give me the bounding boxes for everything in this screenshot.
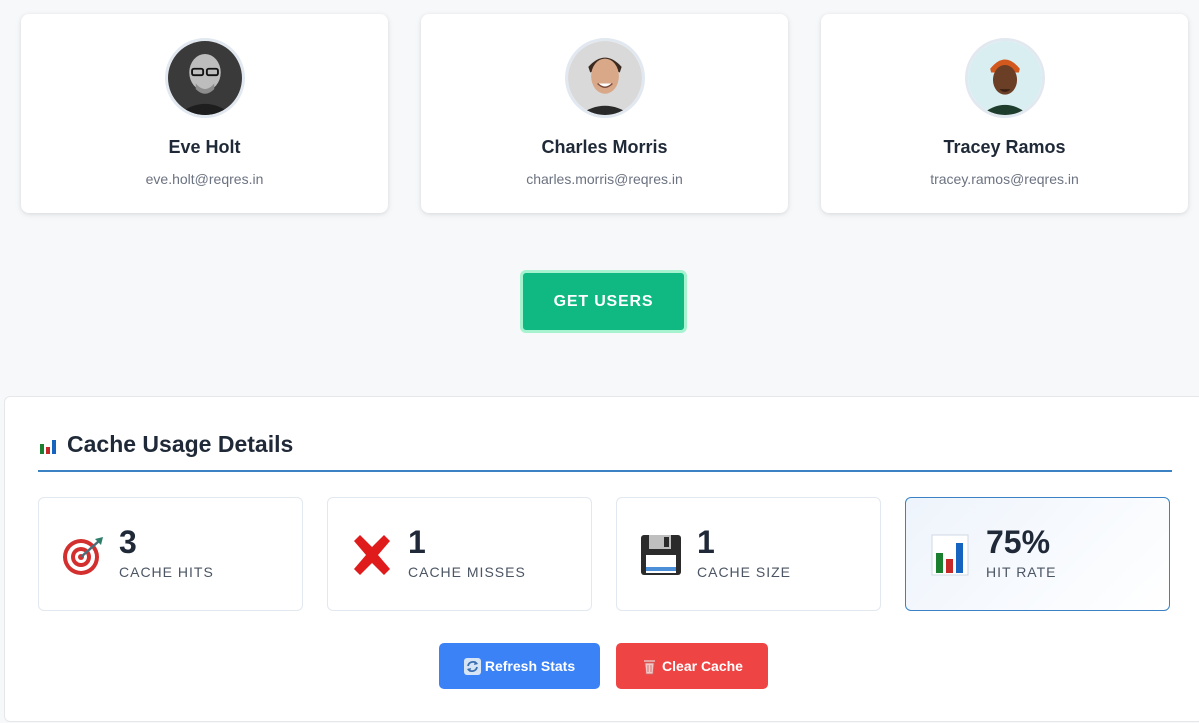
user-card: Tracey Ramos tracey.ramos@reqres.in <box>821 14 1188 213</box>
clear-cache-button[interactable]: Clear Cache <box>616 643 768 689</box>
clear-cache-label: Clear Cache <box>662 658 743 674</box>
avatar <box>564 38 645 118</box>
user-email: tracey.ramos@reqres.in <box>930 171 1079 187</box>
trash-icon <box>644 659 656 674</box>
target-icon <box>61 533 105 577</box>
stat-value: 1 <box>697 524 715 560</box>
get-users-button[interactable]: GET USERS <box>520 270 687 333</box>
cache-title-text: Cache Usage Details <box>67 431 294 457</box>
stat-card-cache-misses: 1 Cache Misses <box>327 497 592 611</box>
stat-value: 75% <box>986 524 1051 560</box>
stat-card-cache-hits: 3 Cache Hits <box>38 497 303 611</box>
stat-card-cache-size: 1 Cache Size <box>616 497 881 611</box>
stat-label: Cache Misses <box>408 564 526 580</box>
stat-label: Cache Hits <box>119 564 214 580</box>
refresh-icon <box>463 657 481 675</box>
avatar <box>964 38 1045 118</box>
refresh-stats-button[interactable]: Refresh Stats <box>439 643 600 689</box>
cache-title: Cache Usage Details <box>38 431 293 458</box>
user-email: eve.holt@reqres.in <box>145 171 264 187</box>
user-name: Eve Holt <box>168 137 241 157</box>
stat-value: 1 <box>408 524 426 560</box>
cross-icon <box>350 533 394 577</box>
title-divider <box>38 470 1172 472</box>
floppy-disk-icon <box>639 533 683 577</box>
user-name: Tracey Ramos <box>943 137 1066 157</box>
bar-chart-icon <box>928 533 972 577</box>
stat-value: 3 <box>119 524 137 560</box>
cache-usage-panel: Cache Usage Details 3 Cache Hits 1 Cache <box>4 396 1199 722</box>
avatar <box>164 38 245 118</box>
user-card: Charles Morris charles.morris@reqres.in <box>421 14 788 213</box>
stat-label: Cache Size <box>697 564 792 580</box>
user-card: Eve Holt eve.holt@reqres.in <box>21 14 388 213</box>
bar-chart-icon <box>38 434 58 455</box>
refresh-stats-label: Refresh Stats <box>484 658 576 674</box>
stat-label: Hit Rate <box>986 564 1057 580</box>
user-name: Charles Morris <box>541 137 668 157</box>
stat-card-hit-rate: 75% Hit Rate <box>905 497 1170 611</box>
user-email: charles.morris@reqres.in <box>526 171 683 187</box>
